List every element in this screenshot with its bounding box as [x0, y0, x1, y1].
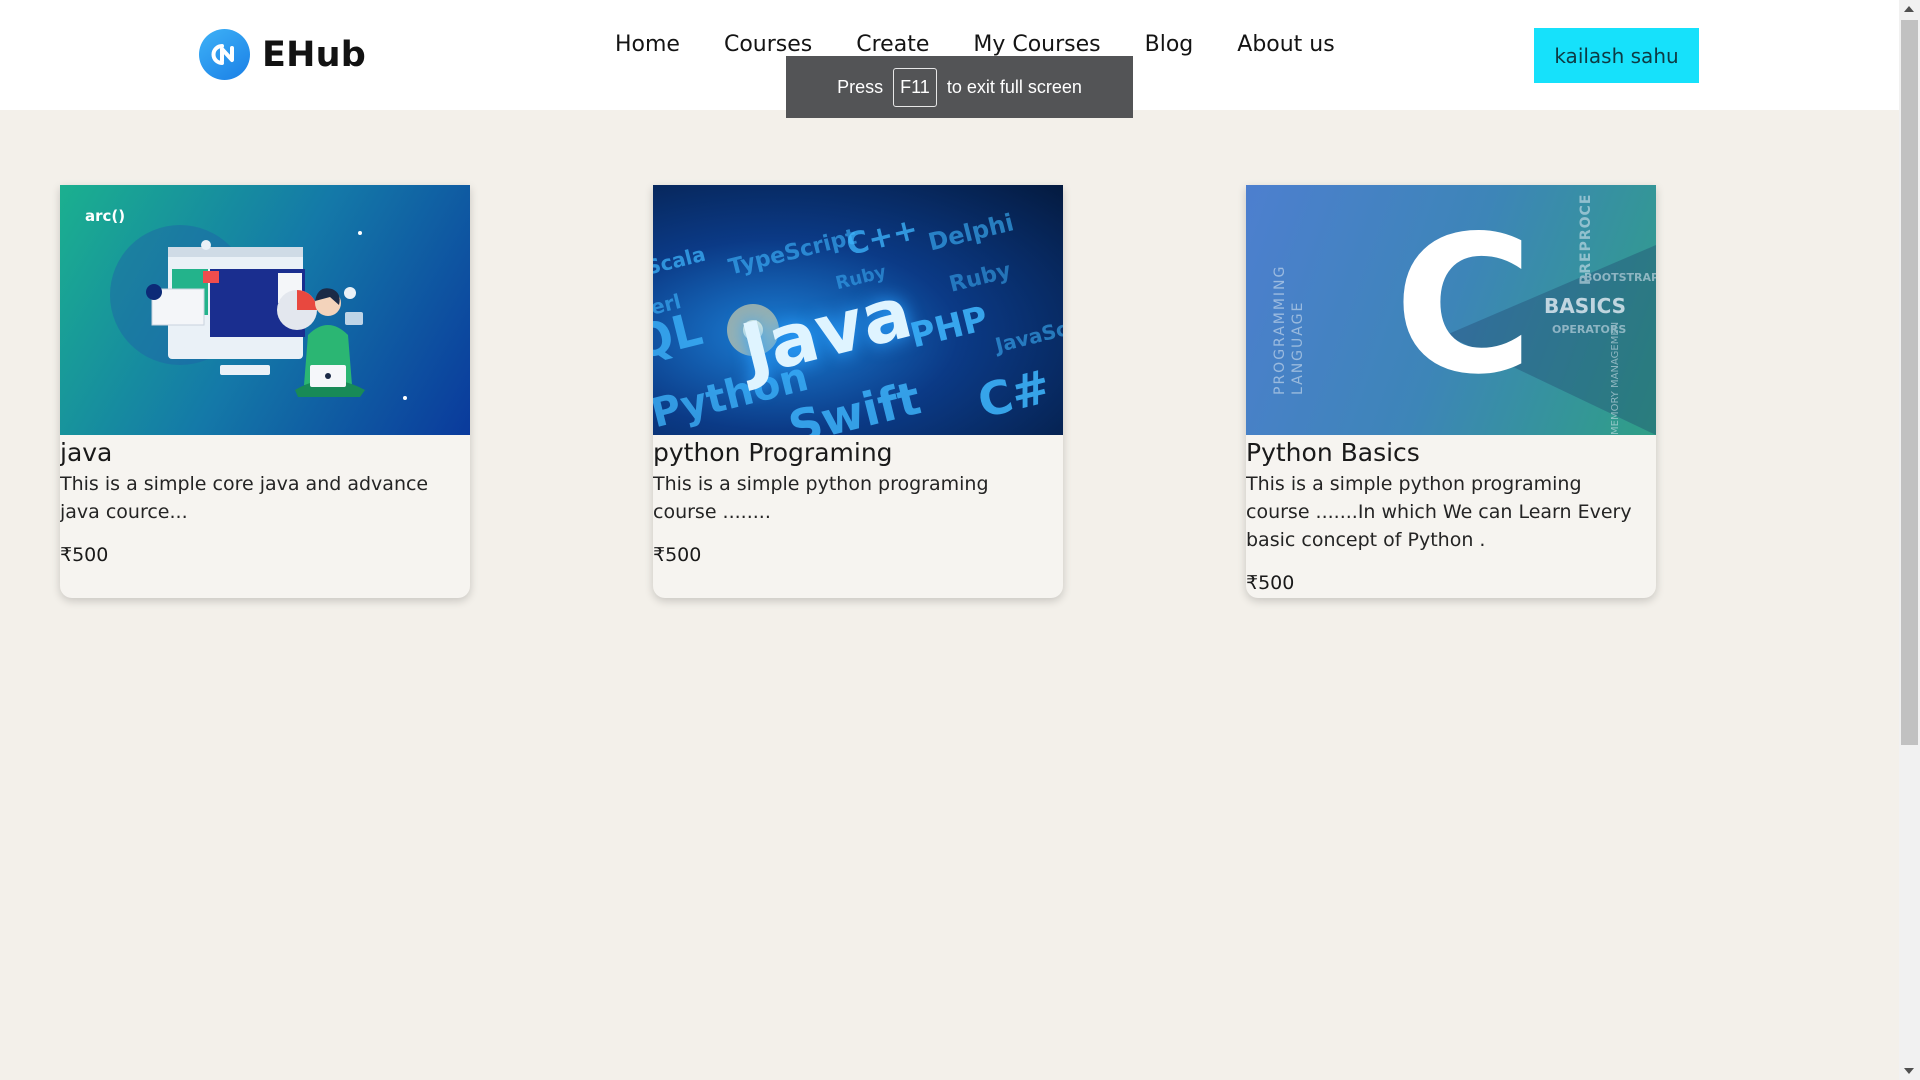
main-nav: Home Courses Create My Courses Blog Abou… [615, 32, 1335, 57]
course-title[interactable]: python Programing [653, 438, 1063, 468]
scrollbar-thumb[interactable] [1901, 20, 1918, 745]
page-scrollbar[interactable] [1899, 0, 1920, 1080]
svg-text:BASICS: BASICS [1544, 294, 1626, 318]
svg-text:LANGUAGE: LANGUAGE [1290, 301, 1306, 395]
fullscreen-key: F11 [893, 67, 937, 107]
course-description: This is a simple core java and advance j… [60, 473, 429, 523]
nav-about-us[interactable]: About us [1237, 32, 1334, 57]
svg-text:PHP: PHP [906, 299, 992, 357]
svg-text:C#: C# [972, 359, 1055, 429]
fullscreen-toast: Press F11 to exit full screen [786, 56, 1133, 118]
nav-courses[interactable]: Courses [724, 32, 812, 57]
course-price: ₹500 [1246, 572, 1295, 594]
course-image-text: C [1394, 195, 1534, 416]
svg-text:Delphi: Delphi [925, 208, 1016, 256]
brand-logo[interactable]: EHub [199, 29, 366, 80]
course-title[interactable]: java [60, 438, 470, 468]
svg-text:QL: QL [653, 301, 708, 370]
svg-text:JavaScript: JavaScript [991, 306, 1063, 358]
nav-create[interactable]: Create [856, 32, 929, 57]
course-price: ₹500 [653, 544, 702, 566]
course-image-text: arc() [85, 207, 126, 225]
fullscreen-toast-prefix: Press [837, 76, 884, 97]
scroll-down-arrow-icon[interactable] [1904, 1068, 1914, 1074]
fullscreen-toast-suffix: to exit full screen [946, 76, 1082, 97]
svg-text:BOOTSTRAP: BOOTSTRAP [1584, 271, 1656, 284]
ehub-logo-icon [199, 29, 250, 80]
course-thumbnail[interactable]: arc() [60, 185, 470, 435]
course-description: This is a simple python programing cours… [653, 473, 989, 523]
course-description: This is a simple python programing cours… [1246, 473, 1632, 551]
svg-text:Scala: Scala [653, 242, 708, 280]
nav-blog[interactable]: Blog [1145, 32, 1194, 57]
svg-text:Ruby: Ruby [947, 258, 1014, 297]
course-title[interactable]: Python Basics [1246, 438, 1656, 468]
course-thumbnail[interactable]: PROGRAMMING LANGUAGE PREPROCE MEMORY MAN… [1246, 185, 1656, 435]
course-card[interactable]: Scala TypeScript Perl C++ Delphi Ruby QL… [653, 185, 1063, 598]
svg-text:OPERATORS: OPERATORS [1552, 323, 1626, 336]
nav-my-courses[interactable]: My Courses [973, 32, 1100, 57]
scroll-up-arrow-icon[interactable] [1904, 6, 1914, 12]
svg-text:MEMORY MANAGEMEN: MEMORY MANAGEMEN [1610, 322, 1621, 435]
svg-text:C++: C++ [843, 212, 922, 263]
nav-home[interactable]: Home [615, 32, 680, 57]
course-thumbnail[interactable]: Scala TypeScript Perl C++ Delphi Ruby QL… [653, 185, 1063, 435]
svg-text:PROGRAMMING: PROGRAMMING [1272, 265, 1288, 395]
course-price: ₹500 [60, 544, 109, 566]
course-card[interactable]: arc() java This is a simple core java an… [60, 185, 470, 598]
course-card[interactable]: PROGRAMMING LANGUAGE PREPROCE MEMORY MAN… [1246, 185, 1656, 598]
brand-name: EHub [262, 34, 366, 75]
user-account-button[interactable]: kailash sahu [1534, 28, 1699, 83]
